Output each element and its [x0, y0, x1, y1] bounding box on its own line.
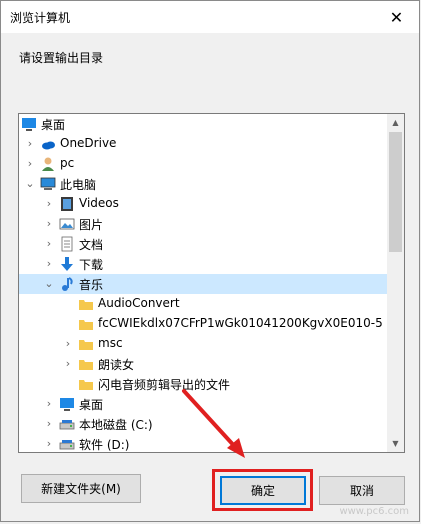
watermark: www.pc6.com: [339, 506, 409, 517]
annotation-arrow-icon: [182, 389, 245, 458]
browse-computer-dialog: 浏览计算机 ✕ 请设置输出目录 桌面 › OneDrive › pc ⌄ 此电脑 › Video…: [0, 0, 420, 522]
